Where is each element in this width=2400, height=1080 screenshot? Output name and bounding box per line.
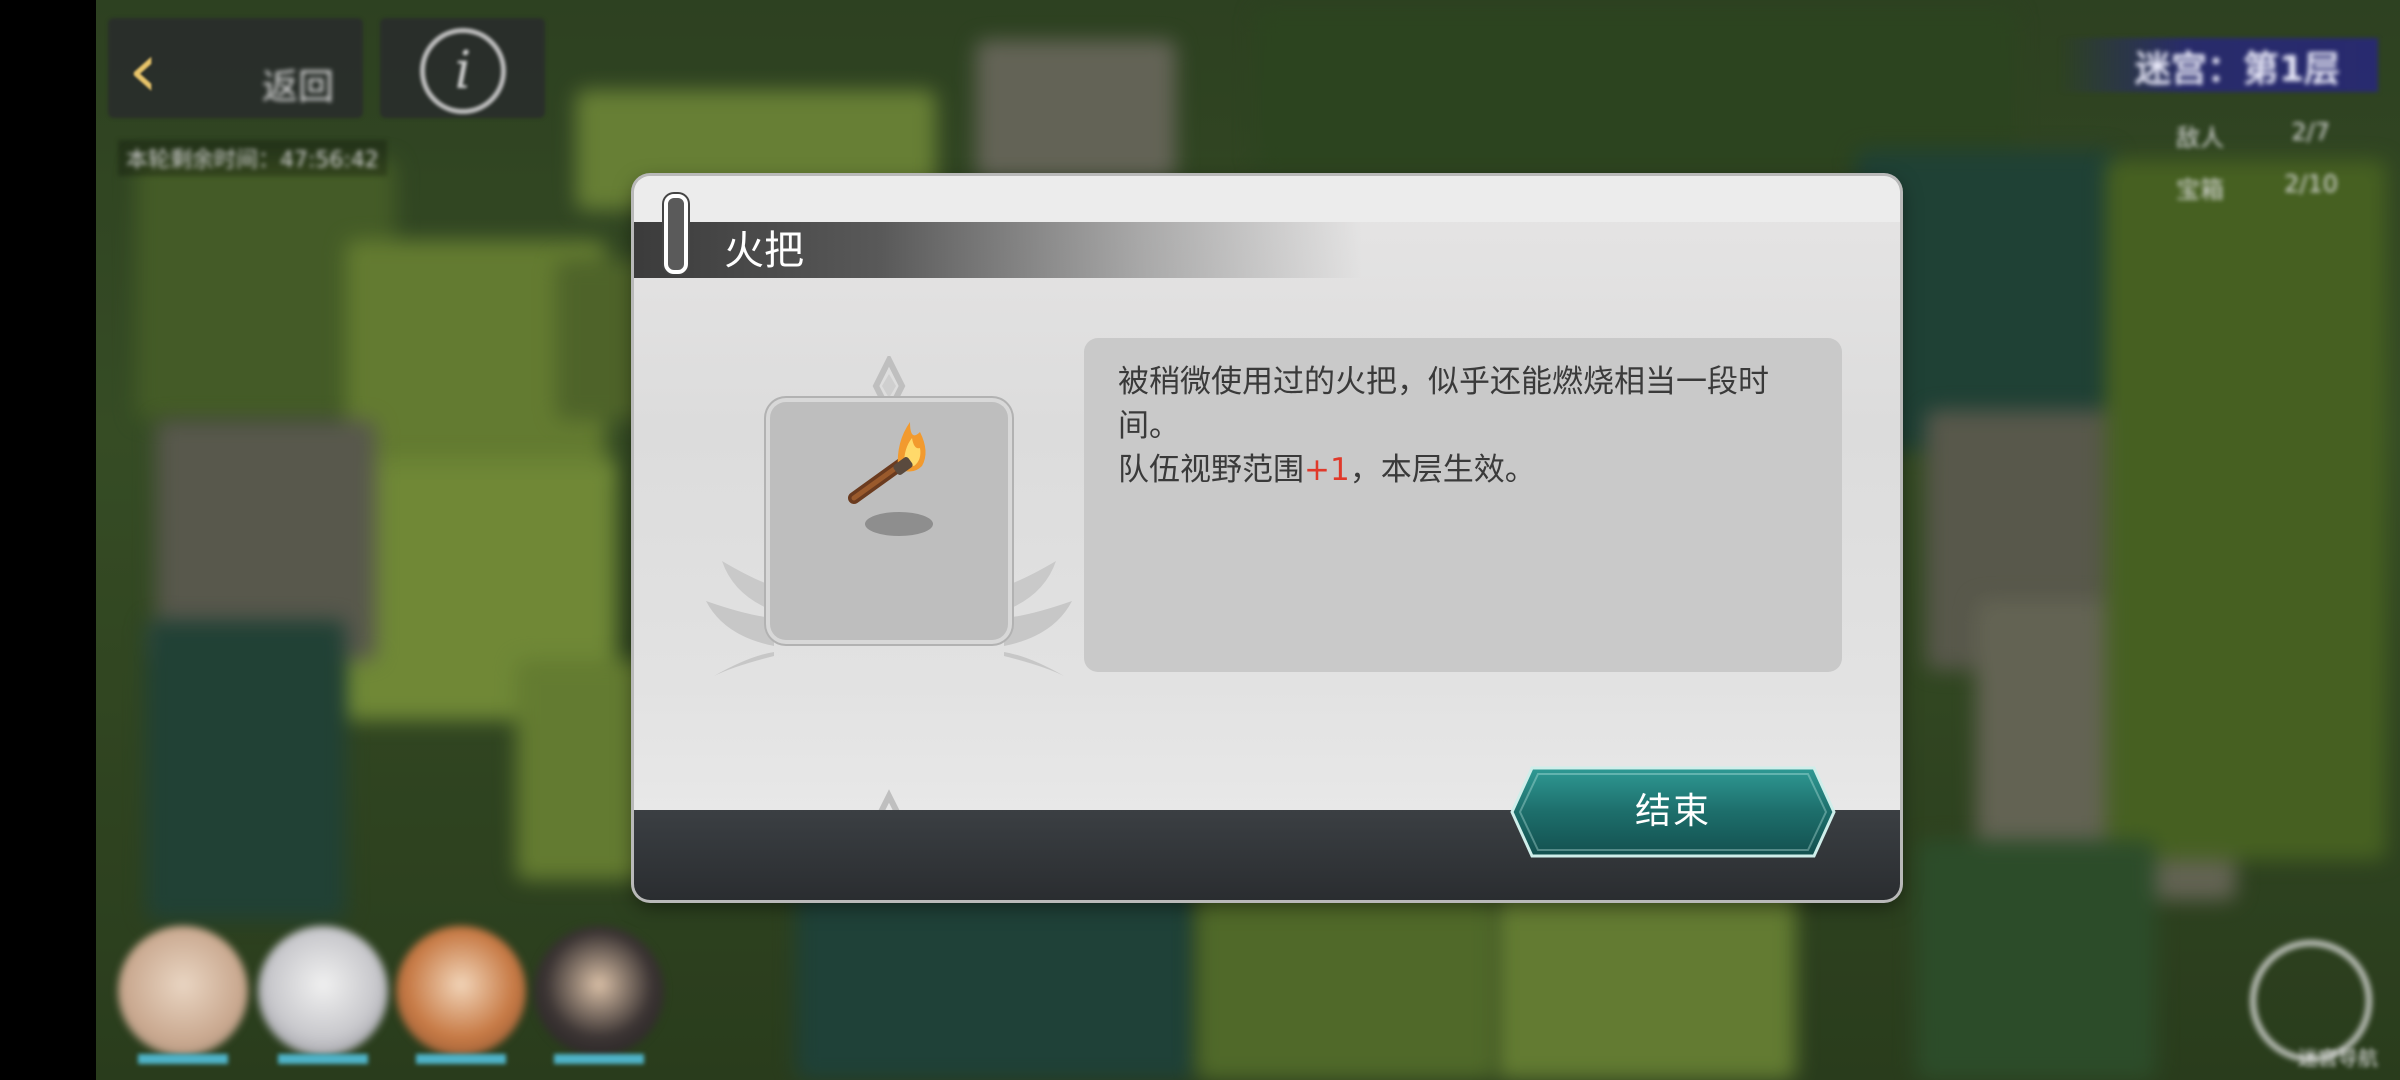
back-label[interactable]: 返回 [262,58,334,110]
description-line-1: 被稍微使用过的火把，似乎还能燃烧相当一段时间。 [1118,364,1769,444]
item-dialog: 火把 被稍微使用过的火把，似乎还能燃烧相当一段时间。 队伍视野范围+1，本层生效… [634,176,1900,900]
stat-enemy-label: 敌人 [2176,124,2224,152]
end-button[interactable]: 结束 [1510,766,1836,858]
stat-chest-label: 宝箱 [2176,176,2224,204]
party-hp-bar-2 [278,1054,368,1064]
description-line-2: 队伍视野范围+1，本层生效。 [1118,448,1818,492]
effect-suffix: ，本层生效。 [1349,452,1536,488]
party-hp-bar-4 [554,1054,644,1064]
chevron-left-icon[interactable]: ‹ [128,30,188,110]
title-clip-decoration [664,194,688,274]
party-avatar-4[interactable] [534,926,664,1056]
end-button-label[interactable]: 结束 [1510,766,1836,858]
stat-enemy-value: 2/7 [2291,118,2330,146]
party-hp-bar-1 [138,1054,228,1064]
info-icon[interactable]: i [420,28,506,114]
party-avatar-1[interactable] [118,926,248,1056]
item-description: 被稍微使用过的火把，似乎还能燃烧相当一段时间。 队伍视野范围+1，本层生效。 [1118,360,1818,492]
torch-icon [848,422,933,536]
dialog-top-strip [634,176,1900,222]
party-avatar-2[interactable] [258,926,388,1056]
effect-prefix: 队伍视野范围 [1118,452,1304,488]
stat-chest-value: 2/10 [2284,170,2338,198]
party-hp-bar-3 [416,1054,506,1064]
screen-edge [0,0,96,1080]
dialog-title: 火把 [724,228,804,274]
party-avatar-3[interactable] [396,926,526,1056]
compass-label[interactable]: 迷宫导航 [2298,1042,2378,1071]
effect-value: +1 [1304,452,1350,488]
event-timer: 本轮剩余时间：47:56:42 [118,140,387,176]
floor-label: 迷宫：第1层 [2134,49,2340,90]
